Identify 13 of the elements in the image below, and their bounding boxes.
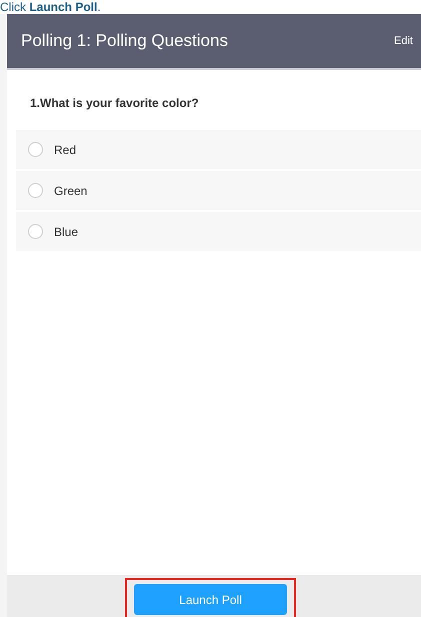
question-text: 1.What is your favorite color? <box>29 95 200 112</box>
radio-button[interactable] <box>28 183 43 198</box>
caption: Click Launch Poll. <box>0 0 101 14</box>
header-title: Polling 1: Polling Questions <box>21 30 228 52</box>
option-row[interactable]: Green <box>16 171 421 210</box>
option-row[interactable]: Red <box>16 130 421 169</box>
option-row[interactable]: Blue <box>16 212 421 251</box>
option-label: Red <box>54 142 76 158</box>
edit-button[interactable]: Edit <box>394 32 413 50</box>
radio-button[interactable] <box>28 142 43 157</box>
option-label: Green <box>54 182 88 200</box>
option-label: Blue <box>54 224 78 240</box>
radio-button[interactable] <box>28 224 43 239</box>
